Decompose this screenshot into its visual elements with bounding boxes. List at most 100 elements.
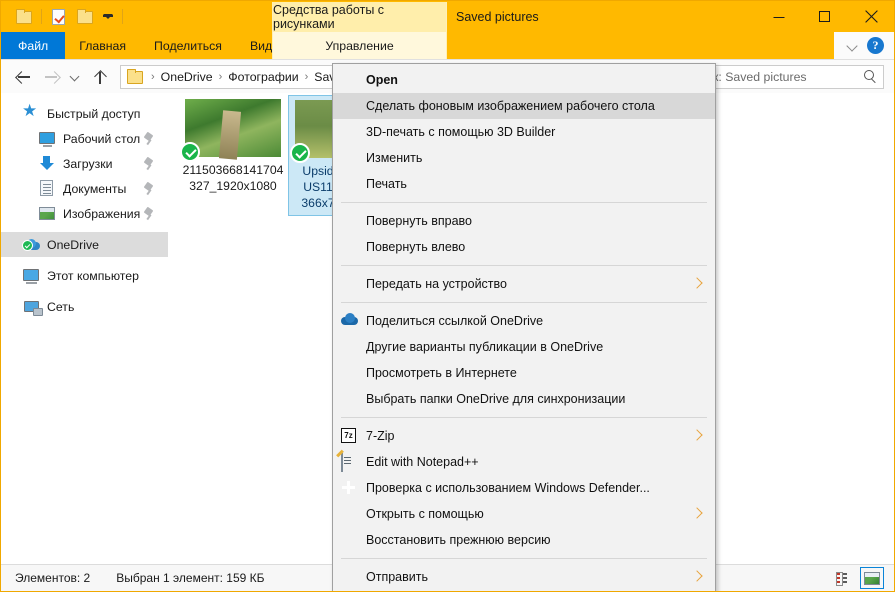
sidebar-item-downloads[interactable]: Загрузки: [1, 151, 168, 176]
menu-item-label: Поделиться ссылкой OneDrive: [366, 314, 544, 328]
close-button[interactable]: [848, 1, 894, 32]
details-view-icon: [836, 572, 852, 586]
tab-share[interactable]: Поделиться: [140, 32, 236, 59]
file-name-line1: Upsid: [302, 164, 334, 178]
menu-item-label: Просмотреть в Интернете: [366, 366, 517, 380]
file-name-line2: US11: [303, 180, 333, 194]
breadcrumb-item-photos[interactable]: Фотографии: [226, 70, 300, 84]
back-button[interactable]: [10, 64, 36, 90]
menu-item-label: Повернуть влево: [366, 240, 466, 254]
item-count-label: Элементов: 2: [15, 571, 91, 585]
onedrive-synced-icon: [290, 143, 310, 163]
search-icon[interactable]: [864, 70, 877, 83]
sidebar-item-label: Документы: [63, 181, 127, 196]
menu-item-scan-with-windows-defender[interactable]: Проверка с использованием Windows Defend…: [333, 475, 715, 501]
menu-icon-placeholder: [341, 150, 358, 167]
context-menu[interactable]: Open Сделать фоновым изображением рабоче…: [332, 63, 716, 591]
menu-item-share-onedrive-link[interactable]: Поделиться ссылкой OneDrive: [333, 308, 715, 334]
menu-item-choose-onedrive-folders[interactable]: Выбрать папки OneDrive для синхронизации: [333, 386, 715, 412]
sidebar-item-desktop[interactable]: Рабочий стол: [1, 126, 168, 151]
menu-item-open-with[interactable]: Открыть с помощью: [333, 501, 715, 527]
pin-icon: [143, 183, 154, 195]
menu-item-label: 3D-печать с помощью 3D Builder: [366, 125, 556, 139]
sidebar-item-network[interactable]: Сеть: [1, 294, 168, 319]
menu-item-rotate-right[interactable]: Повернуть вправо: [333, 208, 715, 234]
menu-separator: [341, 202, 707, 203]
menu-item-label: Выбрать папки OneDrive для синхронизации: [366, 392, 626, 406]
file-name: 211503668141704 327_1920x1080: [183, 162, 284, 194]
breadcrumb-item-onedrive[interactable]: OneDrive: [159, 70, 215, 84]
search-input[interactable]: к: Saved pictures: [713, 70, 864, 84]
menu-item-set-as-desktop-background[interactable]: Сделать фоновым изображением рабочего ст…: [333, 93, 715, 119]
ribbon-tabs: Файл Главная Поделиться Вид Управление: [1, 32, 894, 59]
menu-item-print[interactable]: Печать: [333, 171, 715, 197]
recent-locations-button[interactable]: [66, 64, 84, 90]
sidebar-item-quick-access[interactable]: Быстрый доступ: [1, 101, 168, 126]
back-arrow-icon: [16, 69, 31, 84]
menu-item-label: Передать на устройство: [366, 277, 507, 291]
forward-button[interactable]: [38, 64, 64, 90]
menu-item-7-zip[interactable]: 7z 7-Zip: [333, 423, 715, 449]
folder-icon[interactable]: [16, 8, 32, 25]
sidebar-item-label: OneDrive: [47, 237, 99, 252]
sidebar-item-pictures[interactable]: Изображения: [1, 201, 168, 226]
sidebar-item-label: Быстрый доступ: [47, 106, 141, 121]
details-view-button[interactable]: [832, 567, 856, 589]
menu-item-send-to[interactable]: Отправить: [333, 564, 715, 590]
menu-icon-placeholder: [341, 72, 358, 89]
menu-item-open[interactable]: Open: [333, 67, 715, 93]
menu-icon-placeholder: [341, 569, 358, 586]
large-icons-view-button[interactable]: [860, 567, 884, 589]
chevron-down-icon[interactable]: [847, 40, 858, 51]
minimize-button[interactable]: [756, 1, 802, 32]
menu-icon-placeholder: [341, 365, 358, 382]
file-tile[interactable]: 211503668141704 327_1920x1080: [178, 95, 288, 198]
file-thumbnail: [180, 99, 281, 162]
breadcrumb-separator: ›: [218, 70, 223, 83]
downloads-icon: [39, 155, 56, 172]
network-icon: [23, 298, 43, 316]
window-title: Saved pictures: [456, 9, 539, 24]
menu-icon-placeholder: [341, 98, 358, 115]
new-folder-icon[interactable]: [77, 8, 93, 25]
help-icon[interactable]: ?: [867, 37, 884, 54]
documents-icon: [39, 180, 56, 197]
file-explorer-window: Средства работы с рисунками Saved pictur…: [0, 0, 895, 592]
maximize-button[interactable]: [802, 1, 848, 32]
menu-separator: [341, 417, 707, 418]
chevron-right-icon: [693, 572, 701, 580]
tab-file[interactable]: Файл: [1, 32, 66, 59]
menu-separator: [341, 558, 707, 559]
menu-icon-placeholder: [341, 213, 358, 230]
onedrive-icon: [22, 236, 40, 253]
selection-info-label: Выбран 1 элемент: 159 КБ: [116, 571, 265, 585]
sidebar-item-documents[interactable]: Документы: [1, 176, 168, 201]
up-button[interactable]: [87, 64, 113, 90]
properties-icon[interactable]: [51, 8, 67, 25]
pin-icon: [143, 158, 154, 170]
large-icons-view-icon: [864, 571, 880, 585]
this-pc-icon: [23, 267, 40, 284]
menu-icon-placeholder: [341, 124, 358, 141]
menu-item-3d-print[interactable]: 3D-печать с помощью 3D Builder: [333, 119, 715, 145]
menu-item-cast-to-device[interactable]: Передать на устройство: [333, 271, 715, 297]
menu-item-restore-previous-versions[interactable]: Восстановить прежнюю версию: [333, 527, 715, 553]
menu-item-rotate-left[interactable]: Повернуть влево: [333, 234, 715, 260]
breadcrumb-separator: ›: [151, 70, 155, 83]
menu-icon-placeholder: [341, 339, 358, 356]
menu-item-label: Другие варианты публикации в OneDrive: [366, 340, 604, 354]
tab-home[interactable]: Главная: [65, 32, 140, 59]
sidebar-item-onedrive[interactable]: OneDrive: [1, 232, 168, 257]
menu-item-edit[interactable]: Изменить: [333, 145, 715, 171]
folder-icon: [127, 68, 143, 84]
customize-caret-icon[interactable]: [103, 14, 113, 19]
sidebar-item-this-pc[interactable]: Этот компьютер: [1, 263, 168, 288]
tab-manage[interactable]: Управление: [311, 32, 407, 59]
quick-access-toolbar: [1, 1, 127, 32]
file-name-line2: 327_1920x1080: [189, 179, 277, 193]
menu-item-label: Edit with Notepad++: [366, 455, 479, 469]
menu-item-view-online[interactable]: Просмотреть в Интернете: [333, 360, 715, 386]
search-box[interactable]: к: Saved pictures: [706, 64, 884, 89]
menu-item-more-onedrive-sharing[interactable]: Другие варианты публикации в OneDrive: [333, 334, 715, 360]
menu-item-edit-with-notepadpp[interactable]: Edit with Notepad++: [333, 449, 715, 475]
